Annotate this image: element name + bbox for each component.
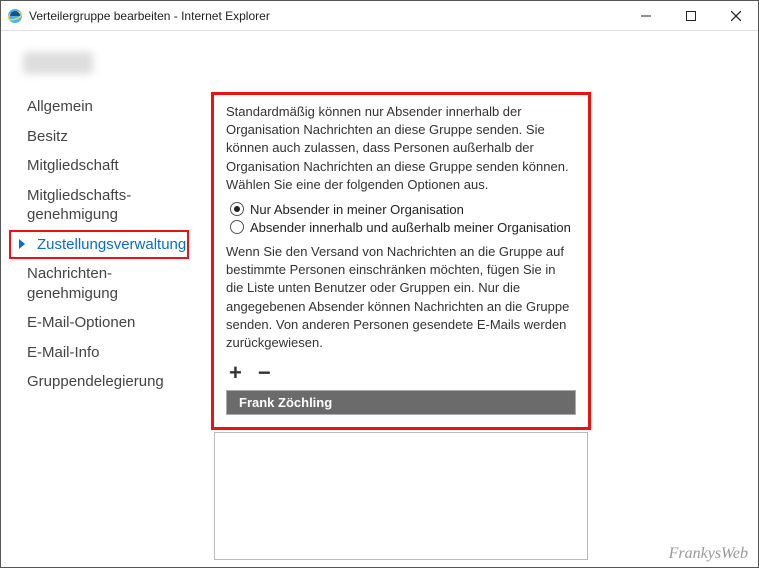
radio-external-label: Absender innerhalb und außerhalb meiner … bbox=[250, 220, 571, 235]
watermark-text: FrankysWeb bbox=[669, 545, 748, 563]
radio-internal-label: Nur Absender in meiner Organisation bbox=[250, 202, 464, 217]
application-window: Verteilergruppe bearbeiten - Internet Ex… bbox=[0, 0, 759, 568]
nav-zustellungsverwaltung[interactable]: Zustellungsverwaltung bbox=[9, 230, 189, 260]
close-button[interactable] bbox=[713, 1, 758, 31]
nav-allgemein[interactable]: Allgemein bbox=[9, 92, 189, 122]
sender-scope-description: Standardmäßig können nur Absender innerh… bbox=[226, 103, 576, 194]
nav-gruppendelegierung[interactable]: Gruppendelegierung bbox=[9, 367, 189, 397]
minimize-button[interactable] bbox=[623, 1, 668, 31]
titlebar: Verteilergruppe bearbeiten - Internet Ex… bbox=[1, 1, 758, 31]
restriction-description: Wenn Sie den Versand von Nachrichten an … bbox=[226, 243, 576, 352]
nav-email-info[interactable]: E-Mail-Info bbox=[9, 338, 189, 368]
window-title: Verteilergruppe bearbeiten - Internet Ex… bbox=[29, 9, 270, 23]
group-name-blurred bbox=[23, 52, 93, 74]
radio-internal-external[interactable] bbox=[230, 220, 244, 234]
nav-besitz[interactable]: Besitz bbox=[9, 122, 189, 152]
sidebar-nav: Allgemein Besitz Mitgliedschaft Mitglied… bbox=[9, 92, 189, 397]
add-sender-button[interactable]: + bbox=[226, 360, 245, 386]
internet-explorer-icon bbox=[7, 8, 23, 24]
nav-nachrichtengenehmigung[interactable]: Nachrichten- genehmigung bbox=[9, 259, 189, 308]
add-remove-toolbar: + − bbox=[226, 360, 576, 386]
nav-mitgliedschaftsgenehmigung[interactable]: Mitgliedschafts- genehmigung bbox=[9, 181, 189, 230]
radio-internal-only[interactable] bbox=[230, 202, 244, 216]
maximize-button[interactable] bbox=[668, 1, 713, 31]
list-item-selected[interactable]: Frank Zöchling bbox=[227, 391, 575, 414]
remove-sender-button[interactable]: − bbox=[255, 360, 274, 386]
radio-row-internal[interactable]: Nur Absender in meiner Organisation bbox=[230, 202, 576, 217]
nav-email-optionen[interactable]: E-Mail-Optionen bbox=[9, 308, 189, 338]
window-controls bbox=[623, 1, 758, 31]
radio-row-internal-external[interactable]: Absender innerhalb und außerhalb meiner … bbox=[230, 220, 576, 235]
nav-mitgliedschaft[interactable]: Mitgliedschaft bbox=[9, 151, 189, 181]
allowed-senders-list[interactable]: Frank Zöchling bbox=[226, 390, 576, 415]
delivery-management-panel: Standardmäßig können nur Absender innerh… bbox=[211, 92, 591, 430]
list-continuation-box[interactable] bbox=[214, 432, 588, 560]
content-area: Allgemein Besitz Mitgliedschaft Mitglied… bbox=[1, 32, 758, 567]
